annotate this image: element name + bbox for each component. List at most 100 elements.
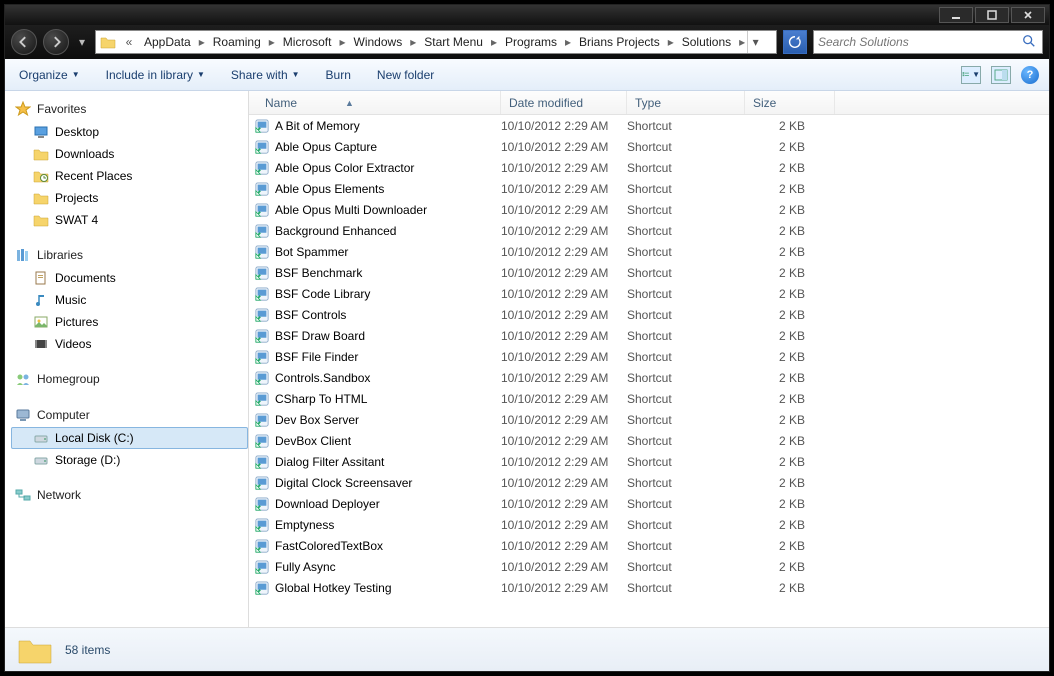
- file-row[interactable]: DevBox Client10/10/2012 2:29 AMShortcut2…: [249, 430, 1049, 451]
- breadcrumb-part[interactable]: Windows: [348, 35, 409, 49]
- chevron-right-icon[interactable]: ▸: [489, 35, 499, 49]
- sidebar-item[interactable]: Music: [11, 289, 248, 311]
- sidebar-item[interactable]: Downloads: [11, 143, 248, 165]
- shortcut-icon: [253, 203, 271, 217]
- sidebar-item[interactable]: Recent Places: [11, 165, 248, 187]
- sidebar-item[interactable]: Pictures: [11, 311, 248, 333]
- column-date-modified[interactable]: Date modified: [501, 91, 627, 114]
- file-row[interactable]: Global Hotkey Testing10/10/2012 2:29 AMS…: [249, 577, 1049, 598]
- sidebar-item[interactable]: Desktop: [11, 121, 248, 143]
- breadcrumb-part[interactable]: AppData: [138, 35, 197, 49]
- file-row[interactable]: BSF Benchmark10/10/2012 2:29 AMShortcut2…: [249, 262, 1049, 283]
- file-size: 2 KB: [745, 434, 835, 448]
- file-row[interactable]: A Bit of Memory10/10/2012 2:29 AMShortcu…: [249, 115, 1049, 136]
- chevron-right-icon[interactable]: ▸: [666, 35, 676, 49]
- file-size: 2 KB: [745, 518, 835, 532]
- file-row[interactable]: Bot Spammer10/10/2012 2:29 AMShortcut2 K…: [249, 241, 1049, 262]
- chevron-right-icon[interactable]: ▸: [563, 35, 573, 49]
- file-row[interactable]: Able Opus Color Extractor10/10/2012 2:29…: [249, 157, 1049, 178]
- shortcut-icon: [253, 182, 271, 196]
- file-row[interactable]: Background Enhanced10/10/2012 2:29 AMSho…: [249, 220, 1049, 241]
- file-row[interactable]: BSF Controls10/10/2012 2:29 AMShortcut2 …: [249, 304, 1049, 325]
- file-date: 10/10/2012 2:29 AM: [501, 119, 627, 133]
- file-row[interactable]: Able Opus Capture10/10/2012 2:29 AMShort…: [249, 136, 1049, 157]
- share-with-button[interactable]: Share with▼: [227, 66, 304, 84]
- breadcrumb-part[interactable]: Solutions: [676, 35, 737, 49]
- recent-icon: [33, 168, 49, 184]
- file-row[interactable]: Controls.Sandbox10/10/2012 2:29 AMShortc…: [249, 367, 1049, 388]
- sidebar-item-label: Videos: [55, 337, 91, 351]
- column-size[interactable]: Size: [745, 91, 835, 114]
- chevron-right-icon[interactable]: ▸: [267, 35, 277, 49]
- sidebar-item-libraries[interactable]: Libraries: [11, 243, 248, 267]
- file-row[interactable]: BSF Code Library10/10/2012 2:29 AMShortc…: [249, 283, 1049, 304]
- breadcrumb-part[interactable]: Programs: [499, 35, 563, 49]
- maximize-button[interactable]: [975, 7, 1009, 23]
- shortcut-icon: [253, 581, 271, 595]
- file-row[interactable]: Digital Clock Screensaver10/10/2012 2:29…: [249, 472, 1049, 493]
- sidebar-item-homegroup[interactable]: Homegroup: [11, 367, 248, 391]
- folder-icon: [98, 32, 118, 52]
- shortcut-icon: [253, 476, 271, 490]
- file-row[interactable]: Able Opus Multi Downloader10/10/2012 2:2…: [249, 199, 1049, 220]
- forward-button[interactable]: [43, 29, 69, 55]
- file-type: Shortcut: [627, 581, 745, 595]
- preview-pane-button[interactable]: [991, 66, 1011, 84]
- file-list[interactable]: A Bit of Memory10/10/2012 2:29 AMShortcu…: [249, 115, 1049, 627]
- search-input[interactable]: [818, 35, 1022, 49]
- file-size: 2 KB: [745, 119, 835, 133]
- sidebar-item[interactable]: Videos: [11, 333, 248, 355]
- breadcrumb-dropdown[interactable]: ▾: [747, 31, 763, 53]
- breadcrumb[interactable]: « AppData▸Roaming▸Microsoft▸Windows▸Star…: [95, 30, 777, 54]
- file-size: 2 KB: [745, 539, 835, 553]
- file-name: Able Opus Color Extractor: [271, 161, 501, 175]
- history-dropdown[interactable]: ▾: [75, 32, 89, 52]
- organize-button[interactable]: Organize▼: [15, 66, 84, 84]
- include-in-library-button[interactable]: Include in library▼: [102, 66, 209, 84]
- sidebar-item-computer[interactable]: Computer: [11, 403, 248, 427]
- file-row[interactable]: Emptyness10/10/2012 2:29 AMShortcut2 KB: [249, 514, 1049, 535]
- file-row[interactable]: Fully Async10/10/2012 2:29 AMShortcut2 K…: [249, 556, 1049, 577]
- breadcrumb-part[interactable]: Brians Projects: [573, 35, 666, 49]
- back-button[interactable]: [11, 29, 37, 55]
- breadcrumb-part[interactable]: Roaming: [207, 35, 267, 49]
- chevron-right-icon[interactable]: ▸: [337, 35, 347, 49]
- help-button[interactable]: ?: [1021, 66, 1039, 84]
- nav-row: ▾ « AppData▸Roaming▸Microsoft▸Windows▸St…: [5, 25, 1049, 59]
- view-options-button[interactable]: ▼: [961, 66, 981, 84]
- chevron-right-icon[interactable]: ▸: [737, 35, 747, 49]
- new-folder-button[interactable]: New folder: [373, 66, 438, 84]
- breadcrumb-part[interactable]: Start Menu: [418, 35, 489, 49]
- file-row[interactable]: CSharp To HTML10/10/2012 2:29 AMShortcut…: [249, 388, 1049, 409]
- file-name: DevBox Client: [271, 434, 501, 448]
- sidebar-item[interactable]: Documents: [11, 267, 248, 289]
- drive-icon: [33, 430, 49, 446]
- sidebar-item-favorites[interactable]: Favorites: [11, 97, 248, 121]
- sidebar-item[interactable]: Projects: [11, 187, 248, 209]
- column-name[interactable]: Name▲: [249, 91, 501, 114]
- file-row[interactable]: BSF File Finder10/10/2012 2:29 AMShortcu…: [249, 346, 1049, 367]
- sidebar-item[interactable]: Local Disk (C:): [11, 427, 248, 449]
- file-row[interactable]: Dev Box Server10/10/2012 2:29 AMShortcut…: [249, 409, 1049, 430]
- search-box[interactable]: [813, 30, 1043, 54]
- file-row[interactable]: Able Opus Elements10/10/2012 2:29 AMShor…: [249, 178, 1049, 199]
- refresh-button[interactable]: [783, 30, 807, 54]
- breadcrumb-part[interactable]: Microsoft: [277, 35, 338, 49]
- file-row[interactable]: BSF Draw Board10/10/2012 2:29 AMShortcut…: [249, 325, 1049, 346]
- sidebar-item-label: Storage (D:): [55, 453, 120, 467]
- burn-button[interactable]: Burn: [322, 66, 355, 84]
- close-button[interactable]: [1011, 7, 1045, 23]
- sidebar-item[interactable]: Storage (D:): [11, 449, 248, 471]
- chevron-right-icon[interactable]: ▸: [408, 35, 418, 49]
- file-size: 2 KB: [745, 287, 835, 301]
- file-row[interactable]: Download Deployer10/10/2012 2:29 AMShort…: [249, 493, 1049, 514]
- breadcrumb-overflow[interactable]: «: [120, 35, 138, 49]
- sidebar-item-network[interactable]: Network: [11, 483, 248, 507]
- chevron-right-icon[interactable]: ▸: [197, 35, 207, 49]
- file-row[interactable]: Dialog Filter Assitant10/10/2012 2:29 AM…: [249, 451, 1049, 472]
- file-date: 10/10/2012 2:29 AM: [501, 287, 627, 301]
- column-type[interactable]: Type: [627, 91, 745, 114]
- sidebar-item[interactable]: SWAT 4: [11, 209, 248, 231]
- file-row[interactable]: FastColoredTextBox10/10/2012 2:29 AMShor…: [249, 535, 1049, 556]
- minimize-button[interactable]: [939, 7, 973, 23]
